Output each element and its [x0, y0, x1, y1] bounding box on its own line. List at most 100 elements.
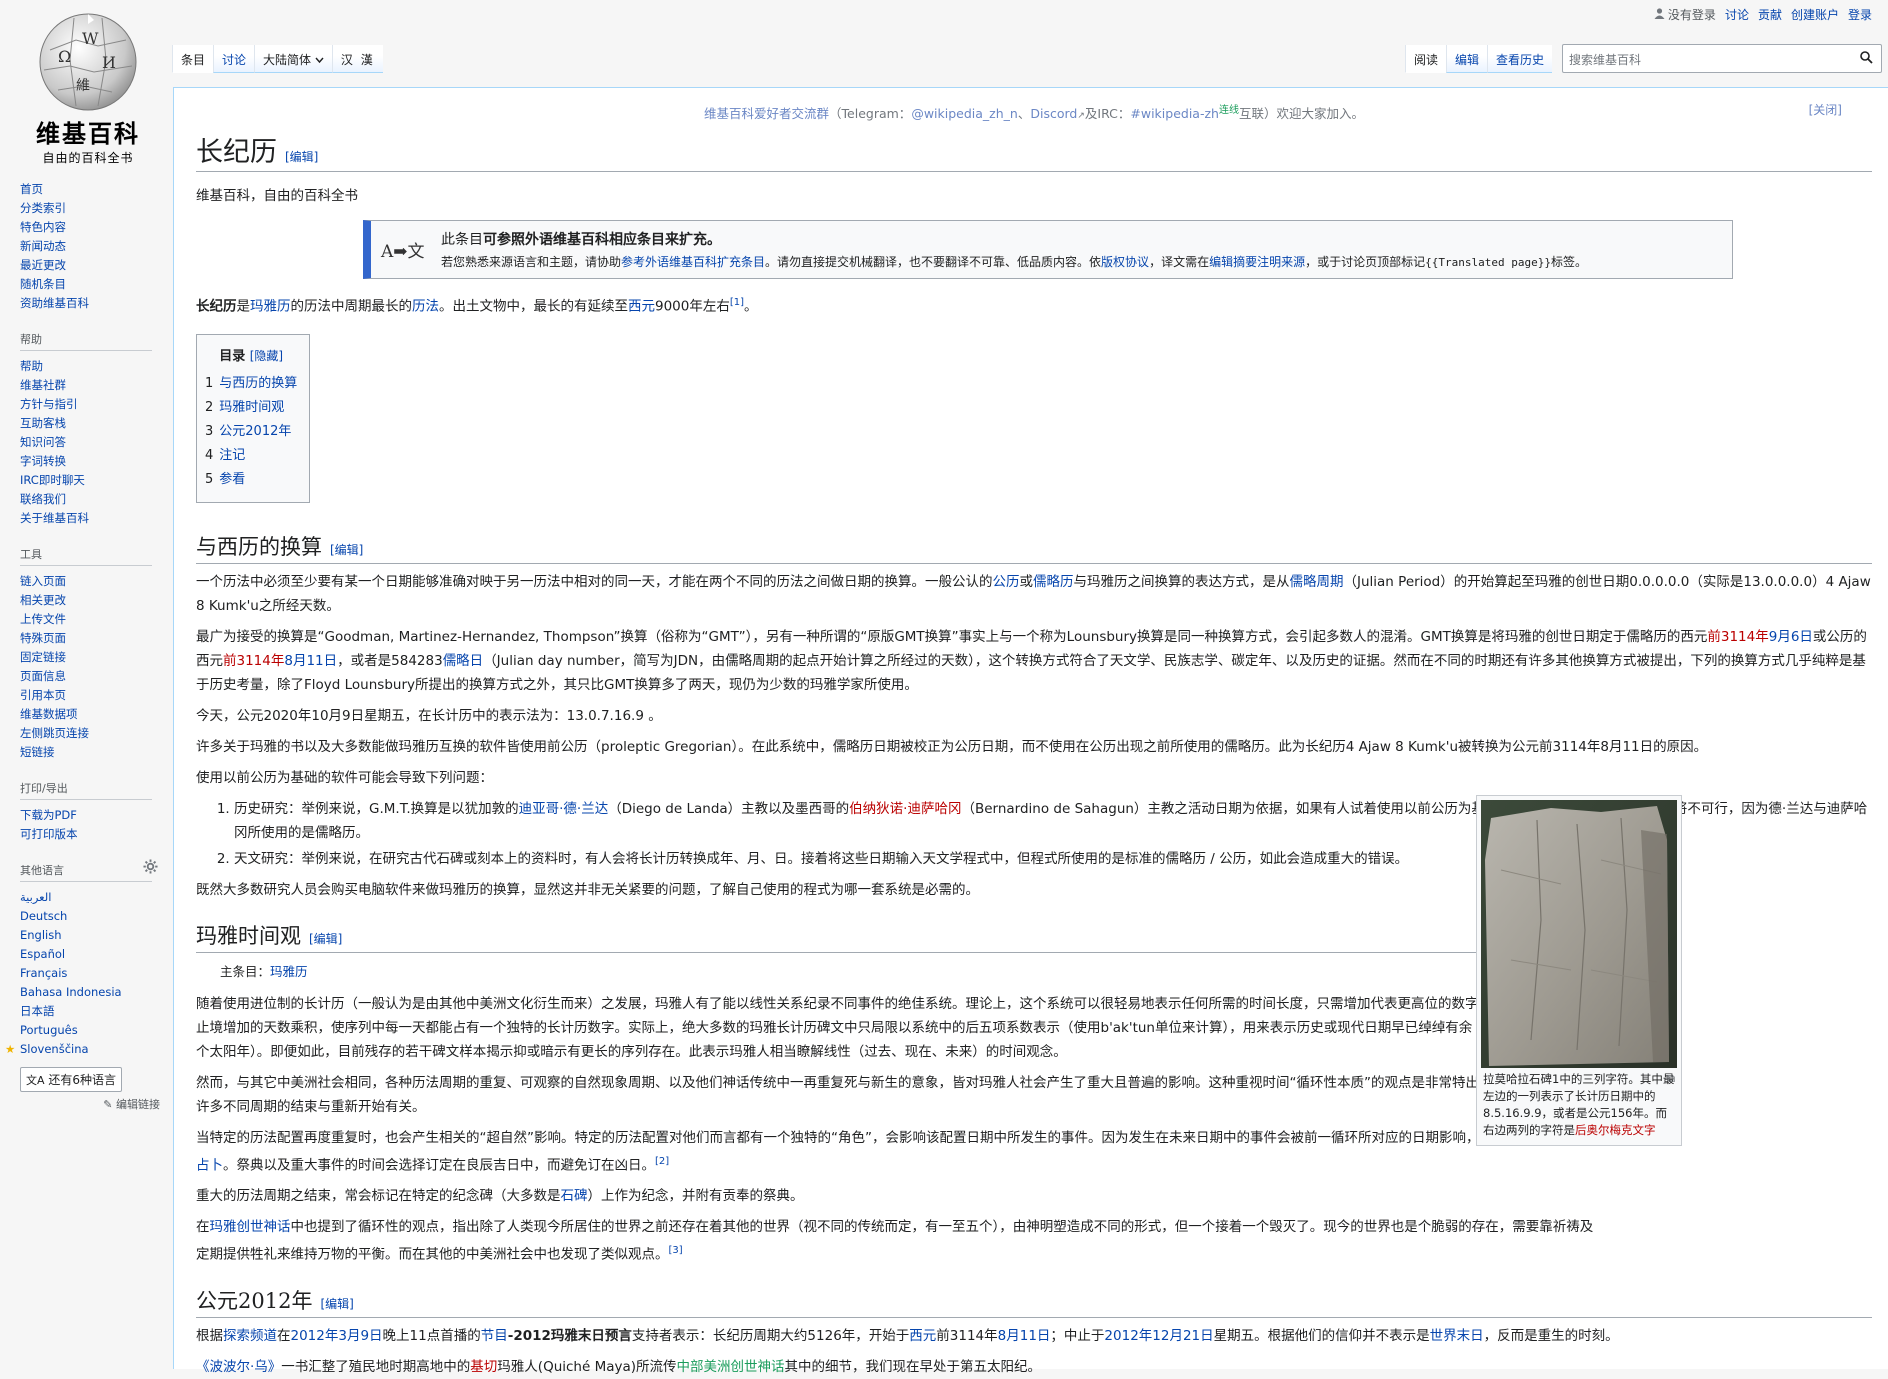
site-notice-group-link[interactable]: 维基百科爱好者交流群: [704, 106, 829, 121]
sidebar-item-help[interactable]: 帮助: [20, 357, 160, 376]
notice-link-summary[interactable]: 编辑摘要注明来源: [1209, 255, 1305, 269]
lang-link-pt[interactable]: Português: [20, 1021, 160, 1040]
sidebar-item-upload[interactable]: 上传文件: [20, 610, 160, 629]
sidebar-item-shortlink[interactable]: 短链接: [20, 743, 160, 762]
notice-link-license[interactable]: 版权协议: [1101, 255, 1149, 269]
languages-heading-label: 其他语言: [20, 864, 64, 877]
link-calendar[interactable]: 历法: [412, 299, 439, 315]
site-notice-text-c: 及IRC：: [1084, 106, 1131, 122]
conversion-paragraph-3: 今天，公元2020年10月9日星期五，在长计历中的表示法为：13.0.7.16.…: [196, 707, 662, 724]
section-heading-conversion: 与西历的换算 [编辑]: [196, 531, 1872, 564]
caption-link[interactable]: 后奥尔梅克文字: [1575, 1123, 1656, 1137]
lang-link-ar[interactable]: العربية: [20, 888, 160, 907]
sidebar-item-printable[interactable]: 可打印版本: [20, 825, 160, 844]
more-languages-button[interactable]: 文A 还有6种语言: [20, 1067, 122, 1092]
maya-time-paragraph-2: 然而，与其它中美洲社会相同，各种历法周期的重复、可观察的自然现象周期、以及他们神…: [196, 1074, 1601, 1115]
article-content: 维基百科爱好者交流群（Telegram：@wikipedia_zh_n、Disc…: [173, 87, 1888, 1375]
dismiss-notice-button[interactable]: [关闭]: [1809, 101, 1842, 118]
toc-item-1[interactable]: 1 与西历的换算: [205, 372, 297, 396]
site-notice-telegram-link[interactable]: @wikipedia_zh_n: [911, 106, 1018, 121]
sidebar-item-page-info[interactable]: 页面信息: [20, 667, 160, 686]
edit-section-2012[interactable]: [编辑]: [320, 1297, 353, 1311]
tab-article[interactable]: 条目: [172, 45, 214, 73]
reference-1[interactable]: [1]: [730, 297, 744, 308]
search-placeholder: 搜索维基百科: [1569, 53, 1642, 67]
site-notice-connected[interactable]: 连线: [1219, 105, 1239, 116]
sidebar-item-qa[interactable]: 知识问答: [20, 433, 160, 452]
sidebar-item-pdf[interactable]: 下载为PDF: [20, 806, 160, 825]
notice-link-expand[interactable]: 参考外语维基百科扩充条目: [621, 255, 765, 269]
sidebar-item-random[interactable]: 随机条目: [20, 275, 160, 294]
sidebar-item-news[interactable]: 新闻动态: [20, 237, 160, 256]
search-input[interactable]: 搜索维基百科: [1562, 44, 1882, 73]
sidebar-item-categories[interactable]: 分类索引: [20, 199, 160, 218]
sidebar-print: 打印/导出 下载为PDF 可打印版本: [20, 780, 160, 844]
site-logo[interactable]: Ω W И 維 维基百科 自由的百科全书: [18, 8, 158, 165]
tab-talk[interactable]: 讨论: [213, 45, 255, 73]
reference-3[interactable]: [3]: [669, 1245, 683, 1256]
sidebar-item-contact[interactable]: 联络我们: [20, 490, 160, 509]
sidebar-item-related-changes[interactable]: 相关更改: [20, 591, 160, 610]
site-notice-discord-link[interactable]: Discord: [1030, 106, 1077, 121]
toc-item-3[interactable]: 3 公元2012年: [205, 420, 297, 444]
contributions-link[interactable]: 贡献: [1758, 6, 1782, 23]
lang-link-id[interactable]: Bahasa Indonesia: [20, 983, 160, 1002]
sidebar-item-donate[interactable]: 资助维基百科: [20, 294, 160, 313]
talk-link[interactable]: 讨论: [1725, 6, 1749, 23]
stela-image[interactable]: [1481, 800, 1677, 1068]
sidebar-item-policies[interactable]: 方针与指引: [20, 395, 160, 414]
pencil-icon: ✎: [103, 1098, 113, 1111]
sidebar-item-special-pages[interactable]: 特殊页面: [20, 629, 160, 648]
edit-section-maya-time[interactable]: [编辑]: [309, 932, 342, 946]
sidebar-item-main-page[interactable]: 首页: [20, 180, 160, 199]
gear-icon[interactable]: [143, 859, 158, 877]
sidebar-item-village-pump[interactable]: 互助客栈: [20, 414, 160, 433]
variant-dropdown[interactable]: 大陆简体: [254, 45, 332, 73]
lang-link-ja[interactable]: 日本語: [20, 1002, 160, 1021]
sidebar-item-wikidata[interactable]: 维基数据项: [20, 705, 160, 724]
sidebar-item-left-jump[interactable]: 左侧跳页连接: [20, 724, 160, 743]
lang-link-sl[interactable]: ★ Slovenščina: [5, 1040, 160, 1059]
tab-edit[interactable]: 编辑: [1446, 45, 1488, 73]
not-logged-in-label: 没有登录: [1667, 8, 1716, 22]
tab-history[interactable]: 查看历史: [1487, 45, 1553, 73]
sidebar-heading-help: 帮助: [20, 331, 152, 351]
lang-link-de[interactable]: Deutsch: [20, 907, 160, 926]
edit-section-conversion[interactable]: [编辑]: [330, 543, 363, 557]
sidebar-item-community[interactable]: 维基社群: [20, 376, 160, 395]
edit-links[interactable]: ✎ 编辑链接: [20, 1096, 160, 1112]
lang-link-fr[interactable]: Français: [20, 964, 160, 983]
sidebar-item-conversion[interactable]: 字词转换: [20, 452, 160, 471]
toc-item-2[interactable]: 2 玛雅时间观: [205, 396, 297, 420]
site-notice: 维基百科爱好者交流群（Telegram：@wikipedia_zh_n、Disc…: [196, 101, 1872, 122]
edit-section-link[interactable]: [编辑]: [285, 150, 318, 164]
link-ad[interactable]: 西元: [628, 299, 655, 315]
link-maya-calendar[interactable]: 玛雅历: [250, 299, 291, 315]
chevron-down-icon: [315, 53, 324, 67]
enlarge-icon[interactable]: ⧉: [1667, 1070, 1675, 1087]
sidebar-item-featured[interactable]: 特色内容: [20, 218, 160, 237]
sidebar-item-cite[interactable]: 引用本页: [20, 686, 160, 705]
reference-2[interactable]: [2]: [655, 1156, 669, 1167]
personal-tools: 没有登录 讨论 贡献 创建账户 登录: [1654, 6, 1872, 23]
toc-item-5[interactable]: 5 参看: [205, 468, 297, 492]
create-account-link[interactable]: 创建账户: [1791, 6, 1839, 23]
login-link[interactable]: 登录: [1848, 6, 1872, 23]
tab-read[interactable]: 阅读: [1405, 45, 1447, 73]
sidebar-item-permalink[interactable]: 固定链接: [20, 648, 160, 667]
sidebar-item-recent-changes[interactable]: 最近更改: [20, 256, 160, 275]
toc-hide-toggle[interactable]: [隐藏]: [250, 349, 283, 363]
site-notice-irc-link[interactable]: #wikipedia-zh: [1130, 106, 1219, 121]
lang-link-es[interactable]: Español: [20, 945, 160, 964]
lang-link-en[interactable]: English: [20, 926, 160, 945]
section-heading-maya-time: 玛雅时间观 [编辑]: [196, 920, 1602, 953]
search-icon[interactable]: [1860, 51, 1873, 67]
sidebar-item-irc[interactable]: IRC即时聊天: [20, 471, 160, 490]
sidebar-navigation: 首页 分类索引 特色内容 新闻动态 最近更改 随机条目 资助维基百科: [20, 180, 160, 313]
tab-script-variant[interactable]: 汉 漢: [331, 45, 383, 73]
sidebar-item-whatlinkshere[interactable]: 链入页面: [20, 572, 160, 591]
notice-body: 若您熟悉来源语言和主题，请协助参考外语维基百科扩充条目。请勿直接提交机械翻译，也…: [441, 255, 1587, 270]
sidebar-item-about[interactable]: 关于维基百科: [20, 509, 160, 528]
logo-wordmark: 维基百科: [36, 119, 140, 148]
toc-item-4[interactable]: 4 注记: [205, 444, 297, 468]
